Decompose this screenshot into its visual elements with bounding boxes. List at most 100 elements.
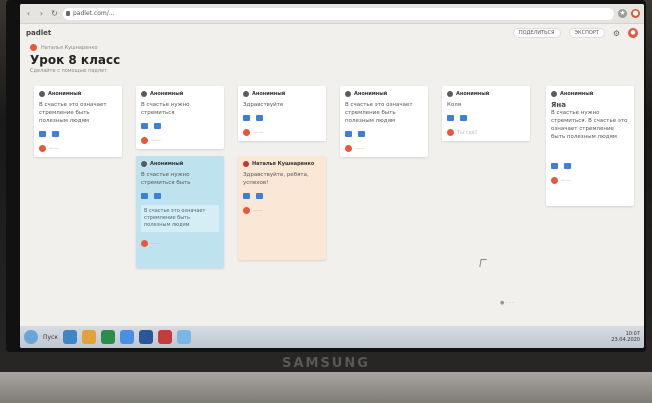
system-tray[interactable]: 10:07 23.04.2020 xyxy=(611,331,640,343)
comment-text: Ты где? xyxy=(457,129,478,136)
profile-icon[interactable]: ● xyxy=(631,9,640,18)
comment-row[interactable]: —— xyxy=(141,240,219,247)
author-line: Наталья Кушнаренко xyxy=(30,44,330,51)
post-reactions[interactable] xyxy=(447,115,525,121)
like-icon[interactable] xyxy=(243,193,250,199)
post-card[interactable]: Анонимный Яна В счастье нужно стремиться… xyxy=(546,86,634,206)
comment-row[interactable]: —— xyxy=(243,129,321,136)
like-icon[interactable] xyxy=(345,131,352,137)
post-avatar xyxy=(141,91,147,97)
chrome-icon[interactable] xyxy=(120,330,134,344)
post-author: Анонимный xyxy=(150,161,184,167)
post-avatar xyxy=(243,91,249,97)
comment-placeholder: —— xyxy=(253,207,263,214)
comment-avatar xyxy=(141,137,148,144)
post-avatar xyxy=(345,91,351,97)
like-icon[interactable] xyxy=(447,115,454,121)
like-icon[interactable] xyxy=(358,131,365,137)
post-title: Яна xyxy=(551,101,566,109)
page-title: Урок 8 класс xyxy=(30,53,121,67)
star-icon[interactable]: ★ xyxy=(618,9,627,18)
like-icon[interactable] xyxy=(39,131,46,137)
post-card[interactable]: Анонимный В счастье нужно стремиться быт… xyxy=(136,156,224,268)
laptop-bezel: ‹ › ↻ padlet.com/... ★ ● padlet ПОДЕЛИТЬ… xyxy=(6,0,646,352)
post-reactions[interactable] xyxy=(551,163,629,169)
like-icon[interactable] xyxy=(460,115,467,121)
post-reactions[interactable] xyxy=(141,193,219,199)
comment-avatar xyxy=(345,145,352,152)
post-body: Коля xyxy=(447,102,462,108)
post-reactions[interactable] xyxy=(39,131,117,137)
laptop-screen: ‹ › ↻ padlet.com/... ★ ● padlet ПОДЕЛИТЬ… xyxy=(20,4,644,348)
like-icon[interactable] xyxy=(154,123,161,129)
like-icon[interactable] xyxy=(141,193,148,199)
post-body: В счастье нужно стремиться. В счастье эт… xyxy=(551,110,628,140)
post-reactions[interactable] xyxy=(345,131,423,137)
comment-row[interactable]: —— xyxy=(551,177,629,184)
post-author: Анонимный xyxy=(150,91,184,97)
like-icon[interactable] xyxy=(256,193,263,199)
post-author: Анонимный xyxy=(354,91,388,97)
app-icon[interactable] xyxy=(158,330,172,344)
post-reactions[interactable] xyxy=(243,115,321,121)
comment-placeholder: —— xyxy=(49,145,59,152)
like-icon[interactable] xyxy=(243,115,250,121)
post-author: Анонимный xyxy=(456,91,490,97)
media-icon[interactable] xyxy=(101,330,115,344)
settings-icon[interactable]: ⚙ xyxy=(613,29,620,38)
post-body: В счастье это означает стремление быть п… xyxy=(345,102,413,124)
post-card[interactable]: Анонимный В счастье это означает стремле… xyxy=(34,86,122,157)
lock-icon xyxy=(66,10,70,16)
page-subtitle: Сделайте с помощью падлет xyxy=(30,68,108,74)
comment-row[interactable]: —— xyxy=(345,145,423,152)
comment-avatar xyxy=(447,129,454,136)
comment-placeholder: —— xyxy=(253,129,263,136)
start-button[interactable] xyxy=(24,330,38,344)
window-icon[interactable] xyxy=(177,330,191,344)
comment-row[interactable]: —— xyxy=(39,145,117,152)
export-button[interactable]: ЭКСПОРТ xyxy=(568,28,605,38)
comment-row[interactable]: —— xyxy=(243,207,321,214)
post-author: Анонимный xyxy=(252,91,286,97)
comment-avatar xyxy=(243,207,250,214)
like-icon[interactable] xyxy=(256,115,263,121)
like-icon[interactable] xyxy=(141,123,148,129)
post-card[interactable]: Анонимный В счастье это означает стремле… xyxy=(340,86,428,157)
url-text: padlet.com/... xyxy=(73,9,115,17)
laptop-brand: SAMSUNG xyxy=(282,356,370,371)
back-icon[interactable]: ‹ xyxy=(24,9,33,18)
address-bar[interactable]: padlet.com/... xyxy=(63,7,614,20)
start-label[interactable]: Пуск xyxy=(43,334,58,341)
share-button[interactable]: ПОДЕЛИТЬСЯ xyxy=(512,28,561,38)
post-card[interactable]: Анонимный Коля Ты где? xyxy=(442,86,530,141)
ie-icon[interactable] xyxy=(63,330,77,344)
clock-date: 23.04.2020 xyxy=(611,337,640,343)
post-card[interactable]: Наталья Кушнаренко Здравствуйте, ребята,… xyxy=(238,156,326,260)
taskbar: Пуск 10:07 23.04.2020 xyxy=(20,326,644,348)
post-reactions[interactable] xyxy=(141,123,219,129)
padlet-header: Наталья Кушнаренко Урок 8 класс Сделайте… xyxy=(30,44,330,74)
padlet-topbar: padlet ПОДЕЛИТЬСЯ ЭКСПОРТ ⚙ ● xyxy=(20,24,644,42)
reload-icon[interactable]: ↻ xyxy=(50,9,59,18)
post-card[interactable]: Анонимный Здравствуйте —— xyxy=(238,86,326,141)
post-avatar xyxy=(141,161,147,167)
laptop-deck xyxy=(0,372,652,403)
like-icon[interactable] xyxy=(154,193,161,199)
like-icon[interactable] xyxy=(52,131,59,137)
padlet-logo[interactable]: padlet xyxy=(26,29,51,37)
like-icon[interactable] xyxy=(564,163,571,169)
comment-row[interactable]: Ты где? xyxy=(447,129,525,136)
comment-placeholder: —— xyxy=(151,137,161,144)
post-reactions[interactable] xyxy=(243,193,321,199)
comment-avatar xyxy=(141,240,148,247)
post-card[interactable]: Анонимный В счастье нужно стремиться —— xyxy=(136,86,224,149)
comment-avatar xyxy=(243,129,250,136)
like-icon[interactable] xyxy=(551,163,558,169)
folder-icon[interactable] xyxy=(82,330,96,344)
user-avatar[interactable]: ● xyxy=(628,28,638,38)
post-body: В счастье это означает стремление быть п… xyxy=(39,102,107,124)
comment-row[interactable]: —— xyxy=(141,137,219,144)
word-icon[interactable] xyxy=(139,330,153,344)
forward-icon[interactable]: › xyxy=(37,9,46,18)
room-background: ‹ › ↻ padlet.com/... ★ ● padlet ПОДЕЛИТЬ… xyxy=(0,0,652,403)
